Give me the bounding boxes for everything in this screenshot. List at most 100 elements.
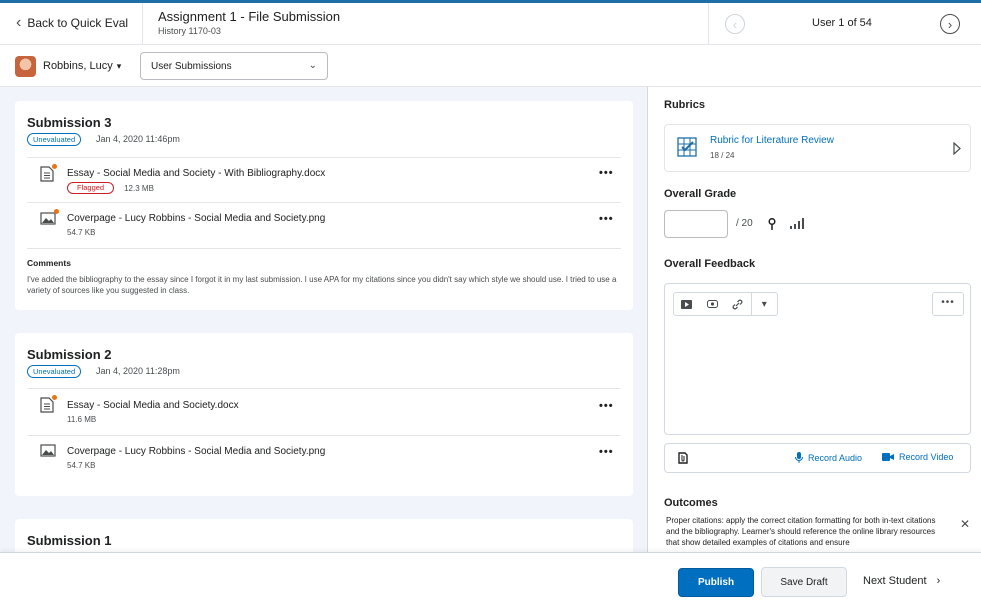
new-file-indicator (54, 209, 59, 214)
rubric-score: 18 / 24 (710, 151, 735, 160)
record-video-button[interactable]: Record Video (882, 452, 953, 462)
flagged-badge: Flagged (67, 182, 115, 194)
chevron-right-icon: › (947, 16, 953, 32)
divider (27, 388, 621, 389)
outcomes-heading: Outcomes (664, 497, 718, 509)
header-divider (708, 3, 709, 45)
chevron-right-icon: › (936, 575, 941, 587)
record-video-label: Record Video (899, 452, 954, 462)
submission-view-select[interactable]: User Submissions ⌄ (140, 52, 328, 80)
camera-icon (882, 453, 894, 461)
file-link[interactable]: Essay - Social Media and Society - With … (67, 168, 325, 179)
rubrics-heading: Rubrics (664, 99, 705, 111)
new-file-indicator (52, 164, 57, 169)
student-selector[interactable]: Robbins, Lucy ▾ (43, 60, 121, 72)
feedback-heading: Overall Feedback (664, 258, 756, 270)
submission-card: Submission 2 Unevaluated Jan 4, 2020 11:… (15, 333, 633, 496)
record-audio-label: Record Audio (808, 452, 863, 463)
file-size: 54.7 KB (67, 461, 96, 470)
file-size: 12.3 MB (124, 183, 154, 193)
comments-text: I've added the bibliography to the essay… (27, 275, 617, 295)
grade-input[interactable] (664, 210, 728, 238)
evaluation-pane[interactable]: Rubrics Rubric for Literature Review 18 … (648, 87, 981, 552)
avatar (15, 56, 36, 77)
submission-date: Jan 4, 2020 11:28pm (96, 366, 180, 376)
grade-heading: Overall Grade (664, 188, 737, 200)
file-link[interactable]: Coverpage - Lucy Robbins - Social Media … (67, 446, 325, 457)
file-link[interactable]: Essay - Social Media and Society.docx (67, 400, 239, 411)
assignment-title-block: Assignment 1 - File Submission History 1… (158, 9, 340, 37)
chevron-down-icon: ▾ (116, 60, 122, 71)
close-icon[interactable]: ✕ (960, 517, 970, 531)
divider (27, 435, 621, 436)
submission-title: Submission 1 (27, 533, 112, 548)
back-label: Back to Quick Eval (27, 16, 129, 30)
record-bar: Record Audio Record Video (664, 443, 971, 473)
stuff-icon (706, 300, 718, 308)
next-student-button[interactable]: Next Student › (863, 575, 940, 587)
file-more-button[interactable]: ••• (599, 167, 614, 179)
pin-icon[interactable] (768, 218, 776, 230)
next-user-button[interactable]: › (940, 14, 960, 34)
submission-card: Submission 3 Unevaluated Jan 4, 2020 11:… (15, 101, 633, 310)
caret-down-icon: ▾ (761, 298, 767, 310)
image-icon (40, 444, 56, 457)
select-value: User Submissions (151, 61, 232, 72)
rubric-link[interactable]: Rubric for Literature Review (710, 135, 834, 146)
divider (27, 248, 621, 249)
submission-title: Submission 2 (27, 347, 112, 362)
submission-title: Submission 3 (27, 115, 112, 130)
publish-button[interactable]: Publish (678, 568, 754, 597)
insert-video-button[interactable] (674, 293, 700, 315)
comments-heading: Comments (27, 258, 71, 268)
attach-file-icon[interactable] (678, 452, 688, 464)
chevron-left-icon: ‹ (16, 14, 22, 31)
user-counter: User 1 of 54 (812, 17, 872, 29)
header: ‹ Back to Quick Eval Assignment 1 - File… (0, 3, 981, 45)
save-draft-button[interactable]: Save Draft (761, 567, 847, 597)
insert-link-button[interactable] (725, 293, 751, 315)
outcome-text: Proper citations: apply the correct cita… (666, 516, 936, 547)
microphone-icon (795, 452, 803, 463)
rubric-icon (677, 137, 697, 157)
grade-out-of: / 20 (736, 218, 753, 229)
link-icon (732, 299, 743, 309)
image-icon (40, 212, 56, 225)
file-link[interactable]: Coverpage - Lucy Robbins - Social Media … (67, 213, 325, 224)
file-meta: Flagged 12.3 MB (67, 182, 154, 194)
page-title: Assignment 1 - File Submission (158, 9, 341, 24)
file-more-button[interactable]: ••• (599, 400, 614, 412)
feedback-editor[interactable]: ▾ ••• (664, 283, 971, 435)
toolbar-dropdown-button[interactable]: ▾ (751, 293, 777, 315)
submissions-pane[interactable]: Submission 3 Unevaluated Jan 4, 2020 11:… (0, 87, 648, 552)
next-student-label: Next Student (863, 575, 927, 587)
file-more-button[interactable]: ••• (599, 446, 614, 458)
footer-action-bar: Publish Save Draft Next Student › (0, 552, 981, 613)
file-more-button[interactable]: ••• (599, 213, 614, 225)
submission-date: Jan 4, 2020 11:46pm (96, 134, 180, 144)
student-name: Robbins, Lucy (43, 60, 113, 72)
previous-user-button[interactable]: ‹ (725, 14, 745, 34)
rubric-card[interactable]: Rubric for Literature Review 18 / 24 (664, 124, 971, 172)
chevron-left-icon: ‹ (732, 16, 738, 32)
insert-stuff-button[interactable] (700, 293, 726, 315)
video-icon (681, 299, 693, 309)
divider (27, 157, 621, 158)
signal-bars-icon[interactable] (790, 218, 804, 229)
submission-card: Submission 1 (15, 519, 633, 552)
status-badge: Unevaluated (27, 133, 82, 146)
record-audio-button[interactable]: Record Audio (795, 452, 862, 463)
status-badge: Unevaluated (27, 365, 82, 378)
file-size: 54.7 KB (67, 228, 96, 237)
right-subbar (648, 45, 981, 87)
editor-more-button[interactable]: ••• (932, 292, 964, 316)
file-size: 11.6 MB (67, 415, 97, 424)
chevron-down-icon: ⌄ (308, 60, 317, 71)
course-name: History 1170-03 (158, 26, 221, 36)
header-divider (142, 3, 143, 45)
play-arrow-icon (953, 142, 961, 155)
new-file-indicator (52, 395, 57, 400)
back-button[interactable]: ‹ Back to Quick Eval (16, 14, 129, 31)
student-bar: Robbins, Lucy ▾ User Submissions ⌄ (0, 45, 648, 87)
divider (27, 202, 621, 203)
